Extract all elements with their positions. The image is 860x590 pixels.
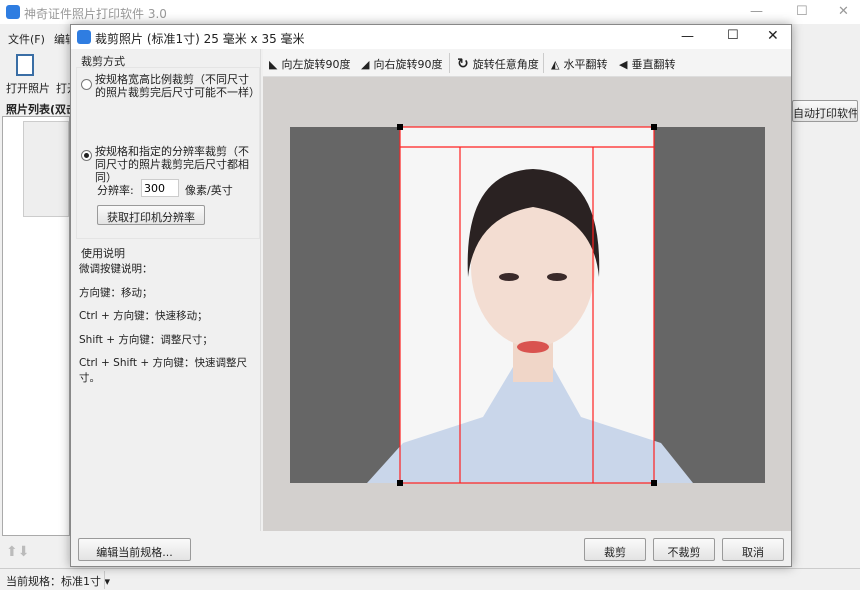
- rotate-left-icon: ◣: [269, 57, 278, 71]
- dialog-maximize-button[interactable]: ☐: [727, 28, 739, 43]
- resolution-unit: 像素/英寸: [185, 184, 233, 197]
- help-title: 使用说明: [81, 247, 125, 260]
- app-icon: [6, 5, 20, 19]
- open-photo-label: 打开照片: [6, 82, 50, 95]
- option1-label[interactable]: 按规格宽高比例裁剪（不同尺寸的照片裁剪完后尺寸可能不一样）: [95, 73, 260, 99]
- current-spec-label: 当前规格：标准1寸: [6, 575, 101, 588]
- move-up-icon[interactable]: ⬆⬇: [6, 544, 29, 560]
- close-button[interactable]: ✕: [838, 4, 849, 19]
- open-label: 打开: [56, 82, 70, 95]
- open-photo-icon: [16, 54, 34, 76]
- main-titlebar: 神奇证件照片打印软件 3.0 — ☐ ✕: [0, 0, 860, 24]
- rotate-right-icon: ◢: [361, 57, 370, 71]
- rotate-right-label: 向右旋转90度: [373, 58, 443, 71]
- dialog-icon: [77, 30, 91, 44]
- rotate-left-label: 向左旋转90度: [281, 58, 351, 71]
- rotate-left-button[interactable]: ◣ 向左旋转90度: [269, 56, 350, 72]
- flip-vertical-button[interactable]: ◀ 垂直翻转: [619, 56, 675, 72]
- crop-handle: [397, 124, 403, 130]
- edit-spec-button[interactable]: 编辑当前规格...: [78, 538, 191, 561]
- no-crop-button[interactable]: 不裁剪: [653, 538, 715, 561]
- image-toolbar: ◣ 向左旋转90度 ◢ 向右旋转90度 ↻ 旋转任意角度 ◭ 水平翻转 ◀ 垂直翻转: [263, 49, 791, 77]
- flip-horizontal-button[interactable]: ◭ 水平翻转: [551, 56, 607, 72]
- minimize-button[interactable]: —: [750, 4, 763, 19]
- current-spec-dropdown[interactable]: 当前规格：标准1寸 ▾: [6, 573, 110, 589]
- dialog-close-button[interactable]: ✕: [767, 28, 779, 44]
- dialog-title: 裁剪照片 (标准1寸) 25 毫米 x 35 毫米: [95, 32, 305, 46]
- auto-print-button[interactable]: 自动打印软件: [792, 100, 858, 122]
- crop-button[interactable]: 裁剪: [584, 538, 646, 561]
- lips: [517, 341, 549, 353]
- flip-vertical-label: 垂直翻转: [631, 58, 676, 71]
- rotate-icon: ↻: [457, 56, 469, 72]
- option1-radio[interactable]: [81, 79, 92, 90]
- menu-file[interactable]: 文件(F): [8, 31, 45, 47]
- photo-preview[interactable]: [263, 77, 791, 531]
- status-bar: 当前规格：标准1寸 ▾: [0, 568, 860, 590]
- crop-handle: [651, 124, 657, 130]
- crop-handle: [651, 480, 657, 486]
- rotate-right-button[interactable]: ◢ 向右旋转90度: [361, 56, 442, 72]
- photo-list[interactable]: [2, 116, 70, 536]
- divider: [104, 571, 105, 589]
- dialog-minimize-button[interactable]: —: [681, 29, 694, 44]
- help-line: 微调按键说明：: [79, 263, 153, 275]
- rotate-any-label: 旋转任意角度: [472, 58, 539, 71]
- crop-canvas[interactable]: [263, 77, 791, 531]
- right-eye: [547, 273, 567, 281]
- option2-radio[interactable]: [81, 150, 92, 161]
- help-line: Ctrl + Shift + 方向键：快速调整尺寸。: [79, 357, 247, 384]
- crop-dialog: 裁剪照片 (标准1寸) 25 毫米 x 35 毫米 — ☐ ✕ 裁剪方式 按规格…: [70, 24, 792, 567]
- resolution-label: 分辨率:: [97, 184, 134, 197]
- open-photo-button[interactable]: 打开照片: [4, 50, 50, 96]
- open-button[interactable]: 打开: [54, 50, 70, 96]
- get-printer-resolution-button[interactable]: 获取打印机分辨率: [97, 205, 205, 225]
- crop-handle: [397, 480, 403, 486]
- photo-thumbnail[interactable]: [23, 121, 69, 217]
- help-line: Shift + 方向键：调整尺寸；: [79, 334, 213, 346]
- dialog-titlebar: 裁剪照片 (标准1寸) 25 毫米 x 35 毫米 — ☐ ✕: [71, 25, 791, 49]
- resolution-input[interactable]: [141, 179, 179, 197]
- rotate-any-button[interactable]: ↻ 旋转任意角度: [457, 56, 539, 72]
- cancel-button[interactable]: 取消: [722, 538, 784, 561]
- photo-list-header: 照片列表(双击: [6, 103, 70, 116]
- divider: [449, 53, 450, 73]
- flip-horizontal-label: 水平翻转: [563, 58, 608, 71]
- flip-vertical-icon: ◀: [619, 57, 628, 71]
- divider: [543, 53, 544, 73]
- flip-horizontal-icon: ◭: [551, 57, 560, 71]
- options-panel: 裁剪方式 按规格宽高比例裁剪（不同尺寸的照片裁剪完后尺寸可能不一样） 按规格和指…: [73, 49, 261, 531]
- help-line: 方向键：移动；: [79, 287, 153, 299]
- help-line: Ctrl + 方向键：快速移动；: [79, 310, 208, 322]
- maximize-button[interactable]: ☐: [796, 4, 808, 19]
- main-title: 神奇证件照片打印软件 3.0: [24, 7, 167, 21]
- left-eye: [499, 273, 519, 281]
